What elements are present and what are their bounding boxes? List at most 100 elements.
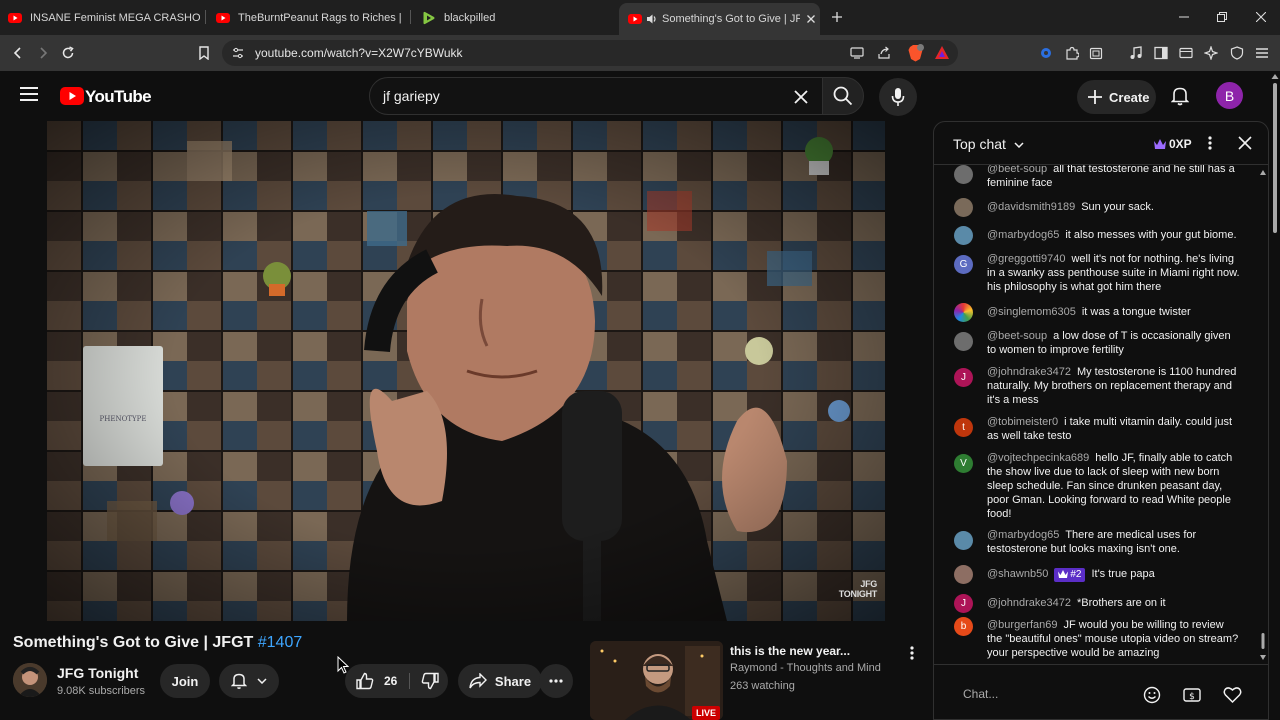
- address-bar[interactable]: youtube.com/watch?v=X2W7cYBWukk: [222, 40, 958, 66]
- site-settings-icon[interactable]: [232, 47, 244, 59]
- browser-tab-3[interactable]: blackpilled: [422, 4, 608, 31]
- chat-author[interactable]: @marbydog65: [987, 529, 1059, 541]
- recommended-thumbnail[interactable]: LIVE: [590, 641, 723, 720]
- brave-shields-icon[interactable]: [907, 44, 924, 62]
- speaker-icon[interactable]: [646, 13, 658, 25]
- reload-button[interactable]: [58, 43, 78, 63]
- video-frame: PHENOTYPE: [47, 121, 885, 621]
- search-input[interactable]: jf gariepy: [369, 77, 823, 115]
- more-actions-button[interactable]: [539, 664, 573, 698]
- more-vertical-icon[interactable]: [1208, 136, 1212, 150]
- chat-author[interactable]: @johndrake3472: [987, 597, 1071, 609]
- chat-mode-label: Top chat: [953, 136, 1006, 152]
- close-window-button[interactable]: [1251, 8, 1271, 26]
- channel-name[interactable]: JFG Tonight: [57, 665, 138, 681]
- clear-search-icon[interactable]: [794, 90, 808, 104]
- chat-author[interactable]: @greggotti9740: [987, 253, 1065, 265]
- chat-author[interactable]: @tobimeister0: [987, 416, 1058, 428]
- video-title-text: Something's Got to Give | JFGT: [13, 634, 258, 651]
- chat-xp-badge[interactable]: 0XP: [1148, 133, 1198, 155]
- restore-button[interactable]: [1212, 8, 1232, 26]
- bookmark-button[interactable]: [194, 43, 214, 63]
- media-button[interactable]: [1126, 43, 1146, 63]
- like-button[interactable]: 26: [345, 664, 409, 698]
- video-title: Something's Got to Give | JFGT #1407: [13, 634, 302, 652]
- chat-avatar[interactable]: [954, 565, 973, 584]
- open-in-app-icon[interactable]: [850, 46, 864, 60]
- recommended-channel[interactable]: Raymond - Thoughts and Mind: [730, 662, 881, 674]
- subscription-bell-button[interactable]: [219, 664, 279, 698]
- plus-icon: [1088, 90, 1102, 104]
- extension-button[interactable]: [1036, 43, 1056, 63]
- new-tab-icon[interactable]: [831, 11, 843, 23]
- notifications-button[interactable]: [1171, 86, 1189, 106]
- recommended-watching: 263 watching: [730, 680, 795, 692]
- more-vertical-icon[interactable]: [910, 646, 914, 660]
- chat-avatar[interactable]: t: [954, 418, 973, 437]
- chat-author[interactable]: @burgerfan69: [987, 619, 1058, 631]
- emoji-icon[interactable]: [1143, 686, 1161, 704]
- search-button[interactable]: [822, 77, 864, 115]
- minimize-button[interactable]: [1174, 8, 1194, 26]
- card-icon: [1179, 47, 1193, 59]
- recommended-video[interactable]: LIVE this is the new year... Raymond - T…: [590, 641, 930, 720]
- forward-button[interactable]: [33, 43, 53, 63]
- dislike-button[interactable]: [411, 664, 448, 698]
- guide-menu-button[interactable]: [20, 86, 38, 102]
- browser-tab-active[interactable]: Something's Got to Give | JFG: [619, 3, 820, 35]
- browser-tab-label: blackpilled: [444, 11, 496, 24]
- brave-rewards-icon[interactable]: [934, 45, 950, 60]
- create-button[interactable]: Create: [1077, 80, 1156, 114]
- chat-scrollbar[interactable]: [1260, 170, 1266, 660]
- extensions-button[interactable]: [1062, 43, 1082, 63]
- chat-avatar[interactable]: [954, 332, 973, 351]
- tab-close-icon[interactable]: [806, 14, 816, 24]
- chat-avatar[interactable]: [954, 303, 973, 322]
- youtube-logo-text: YouTube: [85, 87, 152, 106]
- chat-avatar[interactable]: b: [954, 617, 973, 636]
- chat-avatar[interactable]: J: [954, 368, 973, 387]
- sidebar-button[interactable]: [1151, 43, 1171, 63]
- vpn-button[interactable]: [1227, 43, 1247, 63]
- video-player[interactable]: PHENOTYPE JFG TONIGHT: [47, 121, 885, 621]
- chat-author[interactable]: @shawnb50: [987, 568, 1048, 580]
- browser-menu-button[interactable]: [1252, 43, 1272, 63]
- chat-avatar[interactable]: G: [954, 255, 973, 274]
- close-chat-icon[interactable]: [1238, 136, 1252, 150]
- share-page-icon[interactable]: [877, 46, 891, 60]
- browser-tab-2[interactable]: TheBurntPeanut Rags to Riches | ARC: [216, 4, 402, 31]
- recommended-title[interactable]: this is the new year...: [730, 644, 850, 658]
- close-icon: [1256, 12, 1266, 22]
- hashtag-link[interactable]: #1407: [258, 634, 303, 651]
- page-scrollbar[interactable]: [1270, 71, 1280, 720]
- chat-input[interactable]: Chat...: [963, 687, 998, 701]
- voice-search-button[interactable]: [879, 78, 917, 116]
- account-avatar[interactable]: B: [1216, 82, 1243, 109]
- leo-ai-button[interactable]: [1201, 43, 1221, 63]
- chat-author[interactable]: @davidsmith9189: [987, 201, 1075, 213]
- chat-author[interactable]: @beet-soup: [987, 165, 1047, 175]
- chat-avatar[interactable]: [954, 226, 973, 245]
- channel-avatar[interactable]: [13, 663, 47, 697]
- chat-author[interactable]: @beet-soup: [987, 330, 1047, 342]
- heart-icon[interactable]: [1223, 686, 1242, 704]
- browser-tab-1[interactable]: INSANE Feminist MEGA CRASHOUT: [8, 4, 200, 31]
- watermark-line: JFG: [860, 579, 877, 589]
- chat-avatar[interactable]: [954, 198, 973, 217]
- super-chat-icon[interactable]: $: [1183, 686, 1201, 704]
- chat-author[interactable]: @marbydog65: [987, 229, 1059, 241]
- chat-author[interactable]: @singlemom6305: [987, 306, 1076, 318]
- wallet-button[interactable]: [1086, 43, 1106, 63]
- chat-author[interactable]: @johndrake3472: [987, 366, 1071, 378]
- chat-avatar[interactable]: V: [954, 454, 973, 473]
- chat-avatar[interactable]: [954, 165, 973, 184]
- chat-mode-selector[interactable]: Top chat: [953, 136, 1024, 152]
- share-button[interactable]: Share: [458, 664, 542, 698]
- chat-author[interactable]: @vojtechpecinka689: [987, 452, 1089, 464]
- join-button[interactable]: Join: [160, 664, 210, 698]
- channel-watermark[interactable]: JFG TONIGHT: [839, 579, 878, 599]
- chat-avatar[interactable]: [954, 531, 973, 550]
- chat-avatar[interactable]: J: [954, 594, 973, 613]
- back-button[interactable]: [8, 43, 28, 63]
- wallet-card-button[interactable]: [1176, 43, 1196, 63]
